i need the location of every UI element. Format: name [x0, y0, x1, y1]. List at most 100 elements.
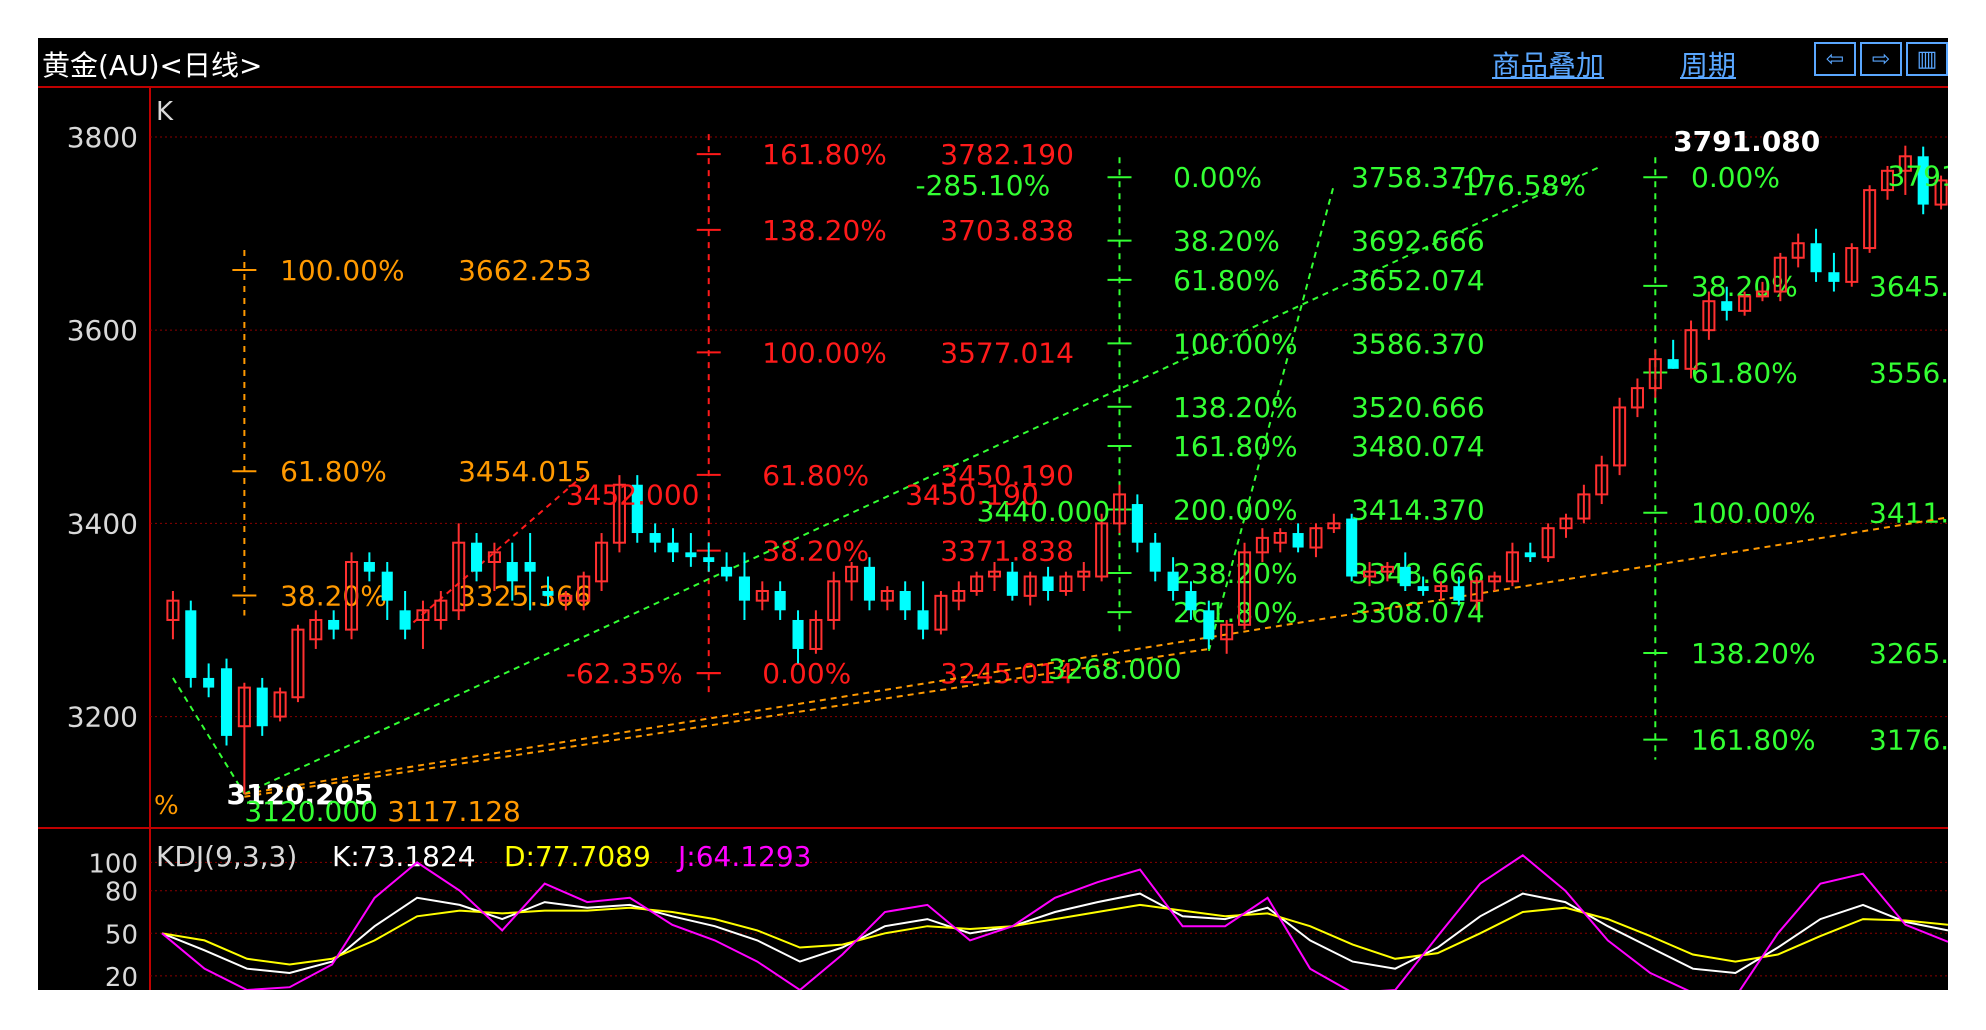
- fib-green-1-pct-label: 200.00%: [1173, 493, 1298, 526]
- y-tick-label: 3800: [67, 121, 138, 154]
- candle-body: [328, 619, 340, 630]
- layout-icon[interactable]: ▥: [1906, 42, 1948, 76]
- fib-green-2-price-label: 3645.84: [1869, 270, 1948, 303]
- arrow-right-icon[interactable]: ⇨: [1860, 42, 1902, 76]
- price-annotation: 3120.000: [244, 795, 378, 828]
- candle-body: [1185, 590, 1197, 611]
- fib-red-price-label: 3782.190: [940, 138, 1074, 171]
- price-annotation: 3117.128: [387, 795, 521, 828]
- kdj-y-tick-label: 100: [88, 849, 138, 879]
- arrow-left-icon[interactable]: ⇦: [1814, 42, 1856, 76]
- price-annotation: 3791.000: [1887, 160, 1948, 193]
- fib-green-1-pct-label: 138.20%: [1173, 391, 1298, 424]
- candle-body: [471, 542, 483, 572]
- kdj-j-label: J:64.1293: [676, 840, 811, 873]
- fib-green-1-price-label: 3480.074: [1351, 430, 1485, 463]
- candle-body: [1203, 610, 1215, 640]
- fib-orange-pct-label: 100.00%: [280, 254, 405, 287]
- fib-green-2-pct-label: 138.20%: [1691, 637, 1816, 670]
- kdj-k-label: K:73.1824: [332, 840, 476, 873]
- candle-body: [1721, 301, 1733, 311]
- chart-canvas[interactable]: 3800 3600 3400 3200 K% 100.00% 3662.253 61.80% 3…: [38, 38, 1948, 990]
- candle-body: [363, 562, 375, 572]
- candle-body: [203, 677, 215, 688]
- title-bar: 黄金(AU)<日线> 商品叠加 周期 ⇦ ⇨ ▥: [38, 38, 1948, 88]
- kdj-series-j: [161, 854, 1948, 990]
- fib-green-1-price-label: 3652.074: [1351, 264, 1485, 297]
- candle-body: [774, 590, 786, 611]
- fib-green-2-pct-label: 100.00%: [1691, 497, 1816, 530]
- fib-red-pct-label: 161.80%: [762, 138, 887, 171]
- candle-body: [738, 576, 750, 601]
- fib-green-1-price-label: 3348.666: [1351, 557, 1485, 590]
- kdj-d-label: D:77.7089: [504, 840, 651, 873]
- fib-red-price-label: 3577.014: [940, 336, 1074, 369]
- percent-label: %: [154, 791, 179, 821]
- fib-red-price-label: 3371.838: [940, 535, 1074, 568]
- panel-label-k: K: [156, 97, 174, 127]
- candle-body: [542, 590, 554, 596]
- fib-red-pct-label: 38.20%: [762, 535, 869, 568]
- candle-body: [1828, 272, 1840, 282]
- fib-green-2-price-label: 3556.16: [1869, 357, 1948, 390]
- fib-green-2-top-label: -176.58%: [1451, 169, 1586, 202]
- fib-green-1-pct-label: 0.00%: [1173, 161, 1262, 194]
- fib-green-1-top-label: -285.10%: [916, 169, 1051, 202]
- candle-body: [185, 610, 197, 678]
- fib-red-price-label: 3703.838: [940, 214, 1074, 247]
- kdj-y-tick-label: 20: [105, 963, 138, 990]
- kdj-y-tick-label: 80: [105, 878, 138, 908]
- fib-orange-pct-label: 38.20%: [280, 579, 387, 612]
- candle-body: [649, 533, 661, 543]
- chart-window: 3800 3600 3400 3200 K% 100.00% 3662.253 61.80% 3…: [38, 38, 1948, 990]
- candle-body: [256, 687, 268, 727]
- candle-body: [1399, 566, 1411, 587]
- candle-body: [524, 562, 536, 572]
- fib-green-2-price-label: 3176.1: [1869, 724, 1948, 757]
- fib-green-2-price-label: 3265.8: [1869, 637, 1948, 670]
- fib-orange-price-label: 3662.253: [458, 254, 592, 287]
- fib-green-1-pct-label: 38.20%: [1173, 225, 1280, 258]
- candle-body: [1006, 571, 1018, 596]
- nav-buttons: ⇦ ⇨ ▥: [1814, 42, 1948, 76]
- candle-body: [1042, 576, 1054, 591]
- fib-green-1-pct-label: 61.80%: [1173, 264, 1280, 297]
- period-button[interactable]: 周期: [1680, 44, 1736, 84]
- y-tick-label: 3400: [67, 507, 138, 540]
- candle-body: [1131, 504, 1143, 543]
- candle-body: [1292, 533, 1304, 548]
- candle-body: [506, 562, 518, 582]
- candle-body: [685, 552, 697, 558]
- fib-green-2-pct-label: 61.80%: [1691, 357, 1798, 390]
- candle-body: [220, 668, 233, 736]
- candle-body: [1346, 518, 1358, 577]
- price-annotation: 3791.080: [1673, 125, 1820, 158]
- candle-body: [1149, 542, 1161, 572]
- fib-green-1-price-label: 3414.370: [1351, 493, 1485, 526]
- fib-green-1-pct-label: 161.80%: [1173, 430, 1298, 463]
- kdj-y-tick-label: 50: [105, 920, 138, 950]
- chart-title: 黄金(AU)<日线>: [42, 49, 263, 82]
- candle-body: [1417, 586, 1429, 591]
- y-tick-label: 3600: [67, 314, 138, 347]
- overlay-button[interactable]: 商品叠加: [1492, 44, 1604, 84]
- candle-body: [381, 571, 393, 601]
- fib-green-1-price-label: 3586.370: [1351, 327, 1485, 360]
- candle-body: [667, 542, 679, 553]
- kdj-series-d: [161, 903, 1948, 966]
- price-annotation: 3450.190: [905, 478, 1039, 511]
- fib-red-pct-label: 61.80%: [762, 459, 869, 492]
- price-annotation: 3268.000: [1048, 652, 1182, 685]
- fib-green-1-pct-label: 100.00%: [1173, 327, 1298, 360]
- candle-body: [1167, 571, 1179, 591]
- candle-body: [1810, 243, 1822, 273]
- candle-body: [721, 566, 733, 577]
- fib-green-2-pct-label: 0.00%: [1691, 161, 1780, 194]
- candle-body: [792, 619, 804, 649]
- candle-body: [1453, 586, 1465, 601]
- price-annotation: 3452.000: [566, 478, 700, 511]
- candle-body: [1524, 552, 1536, 558]
- fib-red-pct-label: 100.00%: [762, 336, 887, 369]
- candle-body: [917, 610, 929, 630]
- candle-body: [863, 566, 876, 601]
